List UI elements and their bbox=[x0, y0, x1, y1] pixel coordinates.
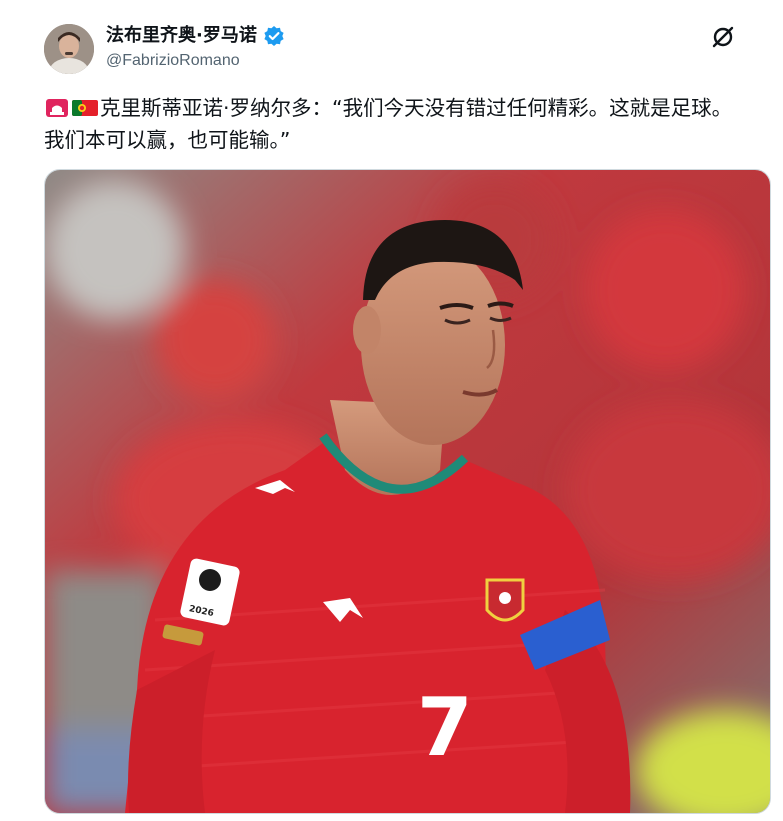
grok-slash-icon[interactable] bbox=[710, 24, 736, 50]
author-handle[interactable]: @FabrizioRomano bbox=[106, 50, 240, 72]
jersey-number: 7 bbox=[417, 681, 473, 774]
author-name[interactable]: 法布里齐奥·罗马诺 bbox=[106, 24, 285, 48]
verified-badge-icon bbox=[264, 26, 284, 46]
tweet-body: 克里斯蒂亚诺·罗纳尔多：“我们今天没有错过任何精彩。这就是足球。我们本可以赢，也… bbox=[44, 96, 733, 152]
author-avatar[interactable] bbox=[44, 24, 94, 74]
avatar-photo bbox=[44, 24, 94, 74]
author-display-name[interactable]: 法布里齐奥·罗马诺 bbox=[106, 24, 257, 48]
player-photo: 2026 7 bbox=[45, 170, 770, 813]
siren-emoji-icon bbox=[46, 99, 68, 117]
tweet-photo[interactable]: 2026 7 bbox=[44, 169, 771, 814]
portugal-flag-icon bbox=[72, 100, 98, 116]
tweet-text: 克里斯蒂亚诺·罗纳尔多：“我们今天没有错过任何精彩。这就是足球。我们本可以赢，也… bbox=[44, 92, 744, 156]
